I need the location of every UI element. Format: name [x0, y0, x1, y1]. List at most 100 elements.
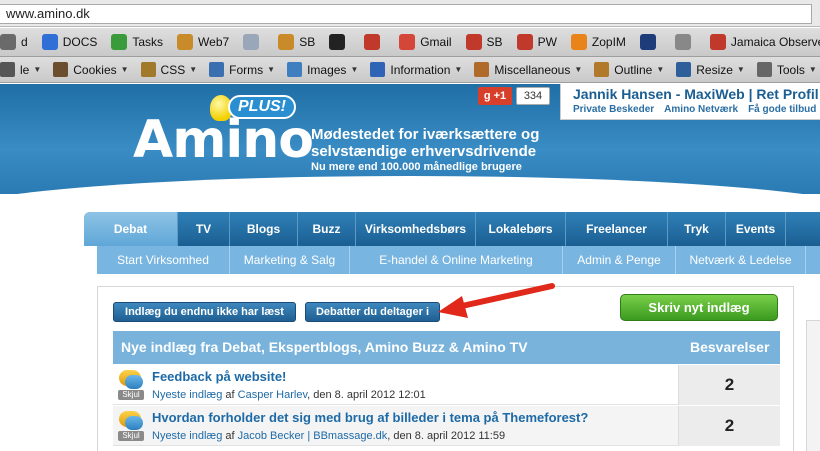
bookmark-label: Gmail	[420, 35, 452, 49]
bookmark-item[interactable]: DOCS	[41, 34, 97, 50]
bookmark-item[interactable]	[639, 34, 661, 50]
devtool-menu-le[interactable]: le ▼	[0, 62, 41, 77]
unread-posts-button[interactable]: Indlæg du endnu ikke har læst	[113, 302, 296, 322]
flag-icon	[639, 34, 656, 50]
devtool-menu-css[interactable]: CSS ▼	[140, 62, 197, 77]
bookmark-item[interactable]: SB	[465, 34, 503, 50]
nav-tab-freelancer[interactable]: Freelancer	[566, 212, 668, 246]
bookmark-item[interactable]	[243, 34, 264, 50]
bookmark-label: d	[21, 35, 28, 49]
devtool-label: le	[20, 62, 30, 77]
by-text: af	[225, 389, 235, 401]
participated-debates-button[interactable]: Debatter du deltager i	[305, 302, 440, 322]
bookmark-item[interactable]: PW	[516, 34, 557, 50]
bookmark-item[interactable]	[674, 34, 696, 50]
profile-link[interactable]: Private Beskeder	[573, 104, 654, 115]
google-plus-icon: g	[483, 90, 491, 102]
post-date: , den 8. april 2012 12:01	[307, 389, 426, 401]
nav-tab-blogs[interactable]: Blogs	[230, 212, 298, 246]
tagline: Mødestedet for iværksættere og selvstænd…	[311, 126, 540, 160]
bookmark-item[interactable]: Gmail	[399, 34, 452, 50]
bookmark-item[interactable]: Tasks	[111, 34, 163, 50]
new-post-button[interactable]: Skriv nyt indlæg	[620, 294, 778, 321]
pencil-icon	[594, 62, 610, 77]
devtool-label: Miscellaneous	[494, 62, 571, 77]
bookmark-item[interactable]: SB	[278, 34, 315, 50]
google-plus-one-button[interactable]: g +1	[478, 87, 512, 105]
profile-link[interactable]: Få gode tilbud	[748, 104, 816, 115]
replies-header: Besvarelser	[690, 339, 770, 355]
post-date: , den 8. april 2012 11:59	[387, 430, 506, 442]
post-title-link[interactable]: Feedback på website!	[152, 369, 286, 384]
nav-tab-virksomhedsbørs[interactable]: Virksomhedsbørs	[356, 212, 476, 246]
profile-link[interactable]: Amino Netværk	[664, 104, 738, 115]
form-icon	[209, 62, 225, 77]
cloud-icon	[243, 34, 260, 50]
devtool-menu-information[interactable]: Information ▼	[370, 62, 462, 77]
hide-button[interactable]: Skjul	[118, 431, 144, 441]
table-header: Nye indlæg fra Debat, Ekspertblogs, Amin…	[113, 331, 780, 364]
bookmark-item[interactable]: Web7	[177, 34, 229, 50]
subnav-item[interactable]: Admin & Penge	[563, 246, 676, 274]
devtool-menu-outline[interactable]: Outline ▼	[594, 62, 664, 77]
reply-count: 2	[678, 406, 780, 446]
nav-tab-debat[interactable]: Debat	[84, 212, 178, 246]
profile-name-link[interactable]: Jannik Hansen - MaxiWeb | Ret Profil	[573, 84, 820, 104]
person-icon	[53, 62, 69, 77]
subnav-item[interactable]: Netværk & Ledelse	[676, 246, 806, 274]
bookmark-item[interactable]	[329, 34, 350, 50]
bookmark-label: SB	[299, 35, 316, 49]
devtool-label: Resize	[696, 62, 733, 77]
hide-button[interactable]: Skjul	[118, 390, 144, 400]
bookmarks-bar: d DOCS Tasks Web7 SB Gmail SB PW ZopIM Jamaica Ob…	[0, 28, 820, 57]
nav-tab-lokalebørs[interactable]: Lokalebørs	[476, 212, 566, 246]
gplus-label: +1	[493, 90, 507, 102]
red-arc-icon	[516, 34, 533, 50]
bookmark-item[interactable]: ZopIM	[570, 34, 626, 50]
subnav-item[interactable]: E-handel & Online Marketing	[350, 246, 563, 274]
devtool-menu-forms[interactable]: Forms ▼	[209, 62, 275, 77]
devtool-menu-images[interactable]: Images ▼	[287, 62, 358, 77]
post-title-link[interactable]: Hvordan forholder det sig med brug af bi…	[152, 410, 588, 425]
bookmark-item[interactable]: d	[0, 34, 28, 50]
bookmark-icon	[0, 34, 16, 50]
dr-icon	[674, 34, 691, 50]
chevron-down-icon: ▼	[350, 65, 359, 74]
red-bird-icon	[364, 34, 381, 50]
tasks-check-icon	[111, 34, 128, 50]
nav-tab-events[interactable]: Events	[726, 212, 786, 246]
nav-tab-tv[interactable]: TV	[178, 212, 230, 246]
devtool-menu-cookies[interactable]: Cookies ▼	[53, 62, 129, 77]
by-text: af	[225, 430, 235, 442]
nav-tab-buzz[interactable]: Buzz	[298, 212, 356, 246]
newest-post-link[interactable]: Nyeste indlæg	[152, 389, 222, 401]
newest-post-link[interactable]: Nyeste indlæg	[152, 430, 222, 442]
chevron-down-icon: ▼	[574, 65, 583, 74]
devtool-label: Information	[390, 62, 451, 77]
chevron-down-icon: ▼	[656, 65, 665, 74]
table-row: Skjul Feedback på website! Nyeste indlæg a…	[113, 365, 780, 405]
devtool-menu-tools[interactable]: Tools ▼	[756, 62, 817, 77]
right-sidebar-box	[806, 320, 820, 451]
bookmark-item[interactable]	[364, 34, 385, 50]
web-developer-toolbar: le ▼ Cookies ▼ CSS ▼ Forms ▼ Images ▼ Information ▼…	[0, 57, 820, 83]
chevron-down-icon: ▼	[267, 65, 276, 74]
devtool-label: Tools	[776, 62, 805, 77]
devtool-menu-miscellaneous[interactable]: Miscellaneous ▼	[474, 62, 582, 77]
subnav-item[interactable]: Start Virksomhed	[97, 246, 230, 274]
subtagline: Nu mere end 100.000 månedlige brugere	[311, 161, 522, 173]
main-nav: Debat TV Blogs Buzz Virksomhedsbørs Lokalebør…	[84, 212, 820, 246]
post-meta: Nyeste indlæg af Jacob Becker | BBmassag…	[152, 430, 505, 442]
table-row: Skjul Hvordan forholder det sig med brug …	[113, 406, 780, 446]
chevron-down-icon: ▼	[120, 65, 129, 74]
author-link[interactable]: Jacob Becker | BBmassage.dk	[238, 430, 388, 442]
profile-box: Jannik Hansen - MaxiWeb | Ret Profil Pri…	[560, 84, 820, 120]
bookmark-item[interactable]: Jamaica Observe...	[709, 34, 820, 50]
bookmark-label: ZopIM	[591, 35, 626, 49]
author-link[interactable]: Casper Harlev	[238, 389, 308, 401]
devtool-label: CSS	[160, 62, 186, 77]
nav-tab-tryk[interactable]: Tryk	[668, 212, 726, 246]
devtool-menu-resize[interactable]: Resize ▼	[676, 62, 745, 77]
subnav-item[interactable]: Marketing & Salg	[230, 246, 350, 274]
url-input[interactable]: www.amino.dk	[0, 4, 812, 24]
